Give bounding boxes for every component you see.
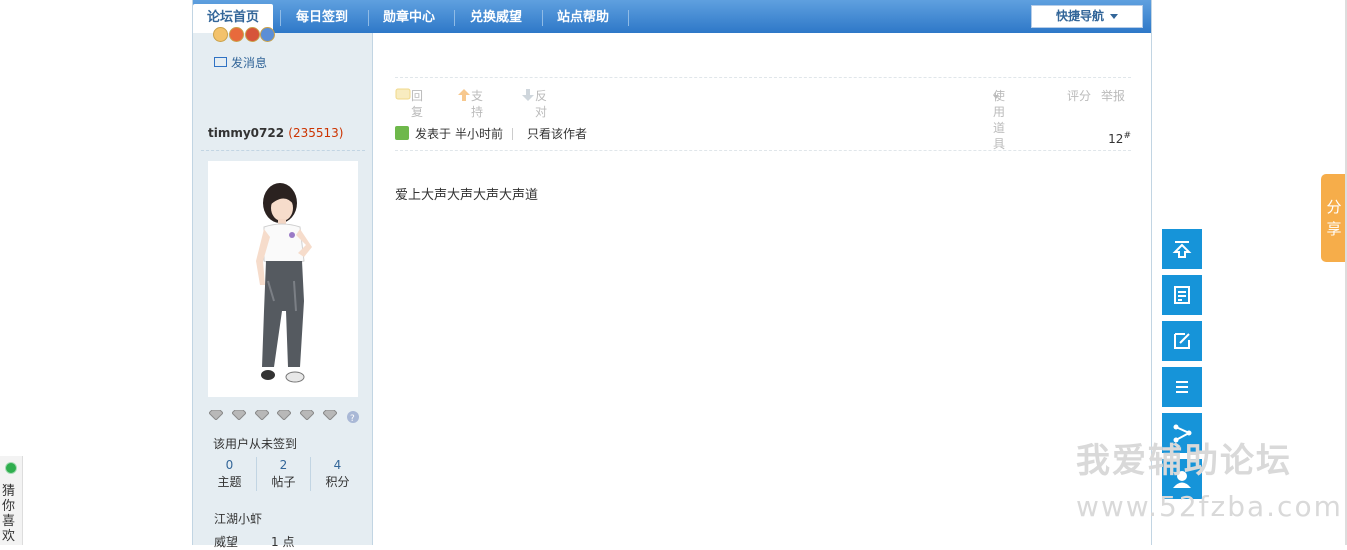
stat-value: 4 <box>333 458 342 472</box>
diamond-icon <box>231 410 246 420</box>
send-message-label: 发消息 <box>231 56 268 70</box>
forum-container: 论坛首页 每日签到 勋章中心 兑换威望 站点帮助 快捷导航 发消息 timmy0… <box>192 0 1152 549</box>
medal-icon <box>228 27 244 42</box>
diamond-icon <box>300 410 315 420</box>
menu-icon <box>1176 381 1188 393</box>
stat-credits[interactable]: 4 积分 <box>311 457 364 491</box>
prestige-value: 1 点 <box>271 535 295 549</box>
envelope-icon <box>214 57 227 67</box>
diamond-icon <box>277 410 292 420</box>
document-icon <box>1174 286 1190 304</box>
post-divider <box>395 77 1131 78</box>
menu-button[interactable] <box>1162 367 1202 407</box>
reply-button[interactable]: 回复 <box>395 88 423 119</box>
back-to-top-icon <box>1172 241 1192 258</box>
post-body: 回复 支持 反对 使用道具 评分 举报 发表于 半小时前 只看该作者 12# 爱… <box>375 33 1151 545</box>
sidebar-divider <box>201 150 365 151</box>
diamond-icon <box>254 410 269 420</box>
stat-value: 2 <box>279 458 288 472</box>
username[interactable]: timmy0722 <box>208 126 284 140</box>
watermark-url: www.52fzba.com <box>1076 490 1343 523</box>
nav-divider <box>454 10 455 26</box>
svg-text:?: ? <box>350 414 355 424</box>
view-thread-list-button[interactable] <box>1162 275 1202 315</box>
oppose-label: 反对 <box>535 89 548 119</box>
new-post-button[interactable] <box>1162 321 1202 361</box>
guess-you-like-tab[interactable]: 猜你喜欢 <box>0 456 23 545</box>
medal-icon <box>213 27 228 42</box>
tab-site-help[interactable]: 站点帮助 <box>543 4 623 33</box>
help-icon[interactable]: ? <box>346 410 360 424</box>
thumbs-down-icon <box>522 89 534 101</box>
prestige-label: 威望 <box>214 535 239 549</box>
nav-divider <box>628 10 629 26</box>
use-tool-button[interactable]: 使用道具 <box>993 88 1005 151</box>
post-content: 爱上大声大声大声大声道 <box>395 188 539 203</box>
stat-label: 主题 <box>217 475 242 489</box>
quick-nav-dropdown[interactable]: 快捷导航 <box>1031 5 1143 28</box>
stat-value: 0 <box>225 458 234 472</box>
stat-label: 积分 <box>325 475 350 489</box>
edit-icon <box>1174 333 1190 349</box>
reply-icon <box>395 88 411 100</box>
send-message-link[interactable]: 发消息 <box>214 54 267 71</box>
checkin-status: 该用户从未签到 <box>213 437 298 451</box>
share-label: 分享 <box>1326 198 1342 238</box>
share-tab[interactable]: 分享 <box>1321 174 1347 262</box>
user-id: (235513) <box>288 126 344 140</box>
meta-divider <box>512 128 513 140</box>
chevron-down-icon <box>1110 14 1118 19</box>
floor-mark: # <box>1123 131 1131 141</box>
back-to-top-button[interactable] <box>1162 229 1202 269</box>
watermark-title: 我爱辅助论坛 <box>1076 441 1292 481</box>
posted-time: 半小时前 <box>455 127 504 141</box>
tab-medal-center[interactable]: 勋章中心 <box>369 4 449 33</box>
status-dot-icon <box>5 462 17 474</box>
user-stats: 0 主题 2 帖子 4 积分 <box>203 457 363 493</box>
medal-icon <box>260 27 276 42</box>
stat-posts[interactable]: 2 帖子 <box>257 457 310 491</box>
guess-you-like-label: 猜你喜欢 <box>2 484 16 544</box>
diamond-icon <box>323 410 338 420</box>
report-button[interactable]: 举报 <box>1101 88 1125 104</box>
medal-row <box>213 27 276 45</box>
author-sidebar: 发消息 timmy0722 (235513) ? 该用户从未签到 0 主题 2 … <box>193 27 373 549</box>
level-stars: ? <box>209 409 360 424</box>
tab-exchange-prestige[interactable]: 兑换威望 <box>456 4 536 33</box>
medal-icon <box>244 27 260 42</box>
support-button[interactable]: 支持 <box>457 88 483 119</box>
posted-label: 发表于 <box>415 127 452 141</box>
stat-threads[interactable]: 0 主题 <box>203 457 256 491</box>
user-online-icon <box>395 126 409 140</box>
user-rank: 江湖小虾 <box>214 512 263 526</box>
tab-daily-checkin[interactable]: 每日签到 <box>282 4 362 33</box>
reply-label: 回复 <box>411 89 424 119</box>
floor-number[interactable]: 12# <box>1108 127 1131 148</box>
diamond-icon <box>209 410 223 420</box>
nav-divider <box>280 10 281 26</box>
support-label: 支持 <box>471 89 484 119</box>
post-meta: 发表于 半小时前 只看该作者 12# <box>395 125 1131 146</box>
avatar-figure-icon <box>256 183 312 383</box>
rate-button[interactable]: 评分 <box>1067 88 1091 104</box>
post-divider <box>395 150 1131 151</box>
stat-label: 帖子 <box>271 475 296 489</box>
avatar[interactable] <box>208 161 358 397</box>
author-name[interactable]: timmy0722 (235513) <box>208 126 343 140</box>
main-nav-bar: 论坛首页 每日签到 勋章中心 兑换威望 站点帮助 快捷导航 <box>193 0 1151 33</box>
floor-value: 12 <box>1108 132 1124 146</box>
only-author-link[interactable]: 只看该作者 <box>527 125 587 143</box>
post-actions: 回复 支持 反对 使用道具 评分 举报 <box>395 88 1131 151</box>
thumbs-up-icon <box>458 89 470 101</box>
oppose-button[interactable]: 反对 <box>521 88 547 119</box>
quick-nav-label: 快捷导航 <box>1055 9 1104 23</box>
